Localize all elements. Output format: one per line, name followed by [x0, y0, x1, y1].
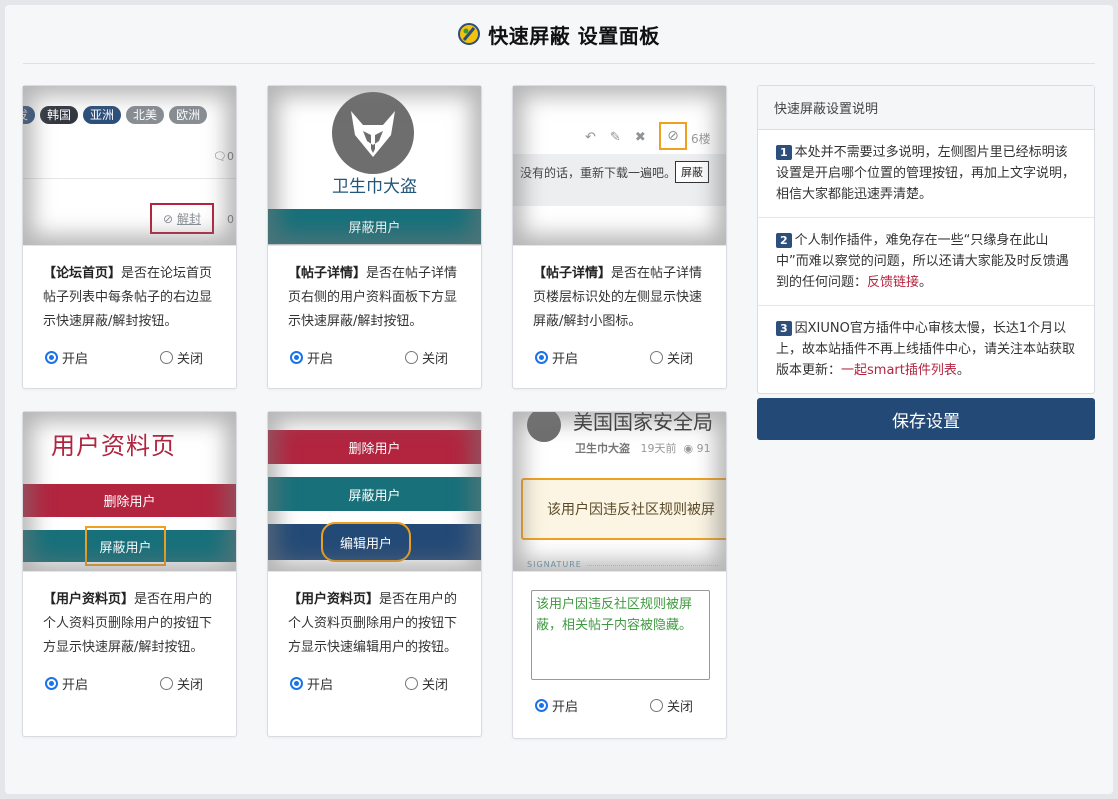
info-item: 1 本处并不需要过多说明，左侧图片里已经标明该设置是开启哪个位置的管理按钮，再加上… [758, 130, 1094, 218]
card-description: 【用户资料页】是否在用户的个人资料页删除用户的按钮下方显示快速编辑用户的按钮。 [288, 592, 458, 655]
post-toolbar: ↶ ✎ ✖ [585, 130, 646, 145]
info-panel: 快速屏蔽设置说明 1 本处并不需要过多说明，左侧图片里已经标明该设置是开启哪个位置… [757, 85, 1095, 394]
signature-label: SIGNATURE [527, 560, 582, 569]
card-thumbnail: 卫生巾大盗 屏蔽用户 [268, 86, 481, 246]
plugin-list-link[interactable]: 一起smart插件列表 [841, 363, 957, 378]
radio-on[interactable]: 开启 [290, 348, 333, 367]
info-item: 3 因XIUNO官方插件中心审核太慢，长达1个月以上，故本站插件不再上线插件中心，… [776, 321, 1076, 378]
card-thumbnail: 发 韩国 亚洲 北美 欧洲 🗨︎0 0 ⊘ 解封 [23, 86, 236, 246]
tag: 欧洲 [169, 106, 208, 124]
avatar [527, 412, 561, 442]
radio-button[interactable] [650, 350, 664, 364]
card-thumbnail: 用户资料页 删除用户 屏蔽用户 [23, 412, 236, 572]
radio-button[interactable] [405, 676, 419, 690]
radio-button-checked[interactable] [290, 350, 303, 364]
info-heading: 快速屏蔽设置说明 [758, 86, 1094, 130]
info-item: 2 个人制作插件，难免存在一些“只缘身在此山中”而难以察觉的问题，所以还请大家能及… [758, 218, 1094, 306]
card-description: 【用户资料页】是否在用户的个人资料页删除用户的按钮下方显示快速屏蔽/解封按钮。 [43, 592, 213, 655]
card-description: 【帖子详情】是否在帖子详情页楼层标识处的左侧显示快速屏蔽/解封小图标。 [533, 266, 703, 329]
radio-button[interactable] [160, 676, 174, 690]
delete-user-bar: 删除用户 [23, 484, 236, 517]
tag: 韩国 [40, 106, 79, 124]
eye-icon: ◉ [683, 442, 694, 455]
radio-button-checked[interactable] [45, 350, 58, 364]
radio-on[interactable]: 开启 [45, 348, 88, 367]
settings-panel: 快速屏蔽 设置面板 发 韩国 亚洲 北美 欧洲 🗨︎0 0 ⊘ 解封 【论坛首页… [5, 5, 1113, 794]
radio-button-checked[interactable] [290, 676, 303, 690]
radio-group: 开启 关闭 [513, 694, 726, 716]
radio-off[interactable]: 关闭 [160, 674, 203, 693]
tooltip: 屏蔽 [675, 161, 709, 183]
item-number: 2 [776, 233, 792, 248]
radio-group: 开启 关闭 [23, 346, 236, 368]
feedback-link[interactable]: 反馈链接 [867, 275, 919, 290]
radio-button[interactable] [650, 698, 664, 712]
radio-group: 开启 关闭 [23, 672, 236, 694]
ban-user-bar: 屏蔽用户 [268, 477, 481, 511]
logo-icon [458, 23, 481, 45]
radio-group: 开启 关闭 [268, 672, 481, 694]
radio-button-checked[interactable] [535, 698, 548, 712]
radio-group: 开启 关闭 [513, 346, 726, 368]
radio-on[interactable]: 开启 [535, 696, 578, 715]
radio-off[interactable]: 关闭 [405, 674, 448, 693]
tag: 发 [23, 106, 36, 124]
post-meta: 卫生巾大盗 19天前 ◉ 91 [575, 442, 711, 455]
tag: 亚洲 [83, 106, 122, 124]
username: 卫生巾大盗 [332, 177, 417, 197]
tag-row: 发 韩国 亚洲 北美 欧洲 [23, 106, 208, 124]
avatar [332, 92, 414, 174]
signature-textarea[interactable]: 该用户因违反社区规则被屏蔽，相关帖子内容被隐藏。 [531, 590, 710, 680]
radio-group: 开启 关闭 [268, 346, 481, 368]
radio-on[interactable]: 开启 [45, 674, 88, 693]
reply-icon: ↶ [585, 130, 596, 145]
tag: 北美 [126, 106, 165, 124]
ban-icon: ⊘ [163, 211, 174, 226]
card-thumbnail: 删除用户 屏蔽用户 编辑用户 [268, 412, 481, 572]
radio-off[interactable]: 关闭 [160, 348, 203, 367]
banned-notice: 该用户因违反社区规则被屏 [521, 478, 726, 540]
card-post-floor-icon: ↶ ✎ ✖ ⊘ 6楼 没有的话，重新下载一遍吧。 屏蔽 【帖子详情】是否在帖子详… [512, 85, 727, 389]
delete-icon: ✖ [634, 130, 646, 145]
comment-icon: 🗨︎ [213, 150, 227, 163]
ban-icon: ⊘ [659, 122, 687, 150]
post-title: 美国国家安全局 [573, 412, 713, 434]
header: 快速屏蔽 设置面板 [23, 5, 1095, 64]
radio-button-checked[interactable] [535, 350, 548, 364]
edit-user-highlight: 编辑用户 [321, 522, 411, 562]
divider [23, 178, 236, 179]
card-signature: 美国国家安全局 卫生巾大盗 19天前 ◉ 91 该用户因违反社区规则被屏 SIG… [512, 411, 727, 739]
card-thumbnail: 美国国家安全局 卫生巾大盗 19天前 ◉ 91 该用户因违反社区规则被屏 SIG… [513, 412, 726, 572]
card-user-profile-ban: 用户资料页 删除用户 屏蔽用户 【用户资料页】是否在用户的个人资料页删除用户的按… [22, 411, 237, 737]
unban-button-preview: ⊘ 解封 [150, 203, 214, 234]
floor-number: 6楼 [691, 132, 711, 146]
card-thumbnail: ↶ ✎ ✖ ⊘ 6楼 没有的话，重新下载一遍吧。 屏蔽 [513, 86, 726, 246]
page-title: 快速屏蔽 设置面板 [488, 23, 660, 48]
card-description: 【帖子详情】是否在帖子详情页右侧的用户资料面板下方显示快速屏蔽/解封按钮。 [288, 266, 458, 329]
delete-user-bar: 删除用户 [268, 430, 481, 464]
radio-off[interactable]: 关闭 [405, 348, 448, 367]
comment-count: 🗨︎0 [213, 150, 234, 163]
card-post-detail-panel: 卫生巾大盗 屏蔽用户 【帖子详情】是否在帖子详情页右侧的用户资料面板下方显示快速… [267, 85, 482, 389]
profile-heading: 用户资料页 [51, 432, 176, 460]
card-description: 【论坛首页】是否在论坛首页帖子列表中每条帖子的右边显示快速屏蔽/解封按钮。 [43, 266, 213, 329]
ban-user-bar: 屏蔽用户 [268, 209, 481, 244]
item-number: 1 [776, 145, 792, 160]
card-forum-home: 发 韩国 亚洲 北美 欧洲 🗨︎0 0 ⊘ 解封 【论坛首页】是否在论坛首页帖子… [22, 85, 237, 389]
ban-user-highlight: 屏蔽用户 [85, 526, 166, 566]
mask-icon [351, 111, 395, 157]
radio-on[interactable]: 开启 [290, 674, 333, 693]
radio-on[interactable]: 开启 [535, 348, 578, 367]
divider [587, 565, 718, 566]
comment-count: 0 [227, 213, 234, 226]
radio-button[interactable] [160, 350, 174, 364]
radio-off[interactable]: 关闭 [650, 696, 693, 715]
card-user-profile-edit: 删除用户 屏蔽用户 编辑用户 【用户资料页】是否在用户的个人资料页删除用户的按钮… [267, 411, 482, 737]
radio-button-checked[interactable] [45, 676, 58, 690]
save-button[interactable]: 保存设置 [757, 398, 1095, 440]
item-number: 3 [776, 321, 792, 336]
radio-button[interactable] [405, 350, 419, 364]
radio-off[interactable]: 关闭 [650, 348, 693, 367]
edit-icon: ✎ [609, 130, 621, 145]
